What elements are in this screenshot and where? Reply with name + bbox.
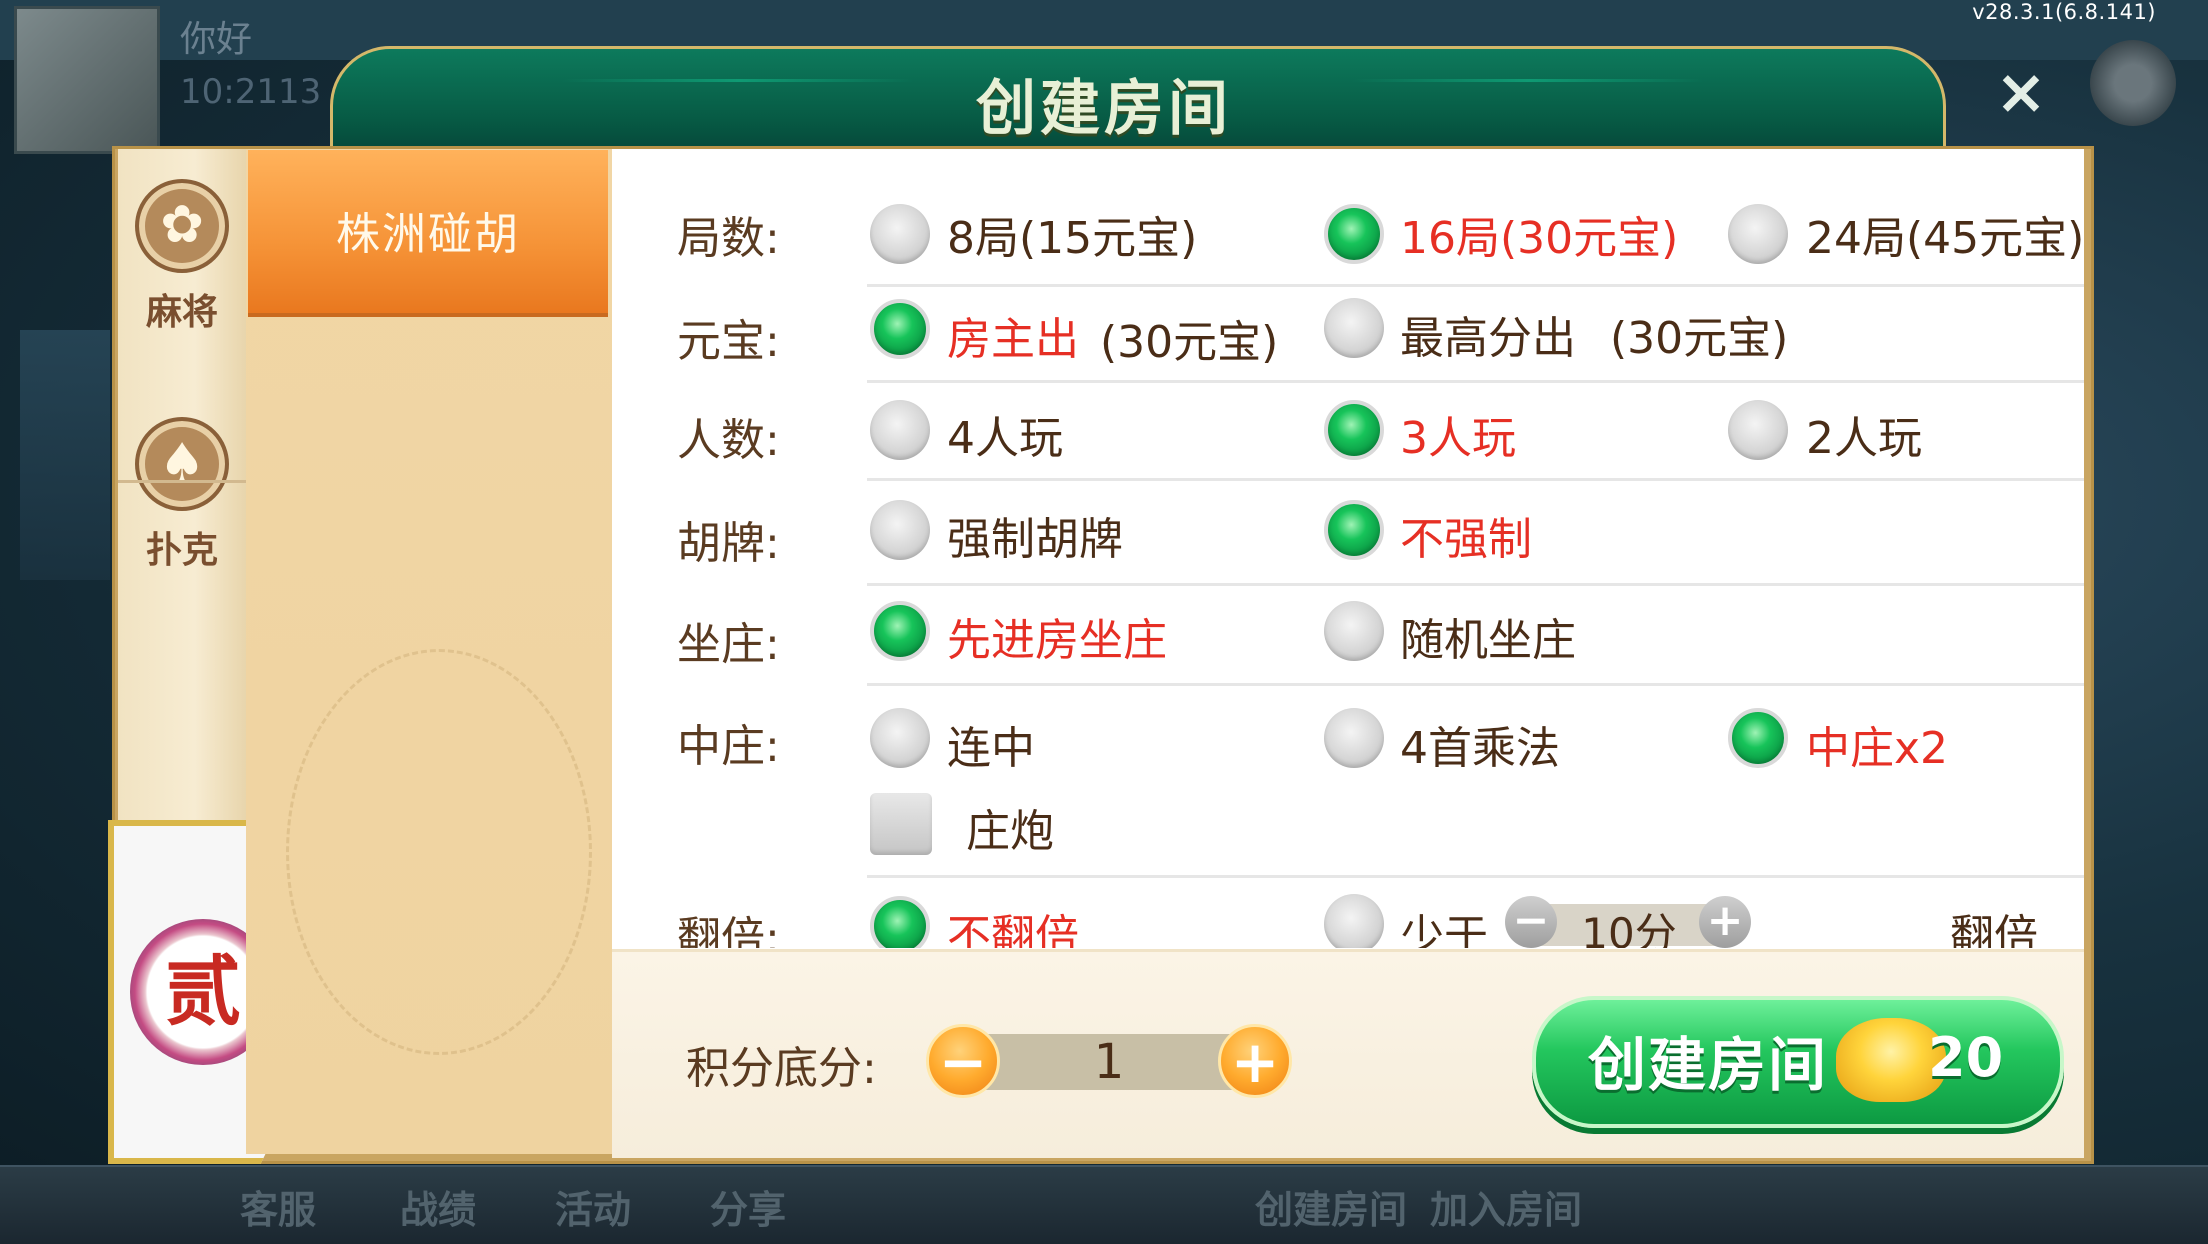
radio-hupai-forced[interactable]: [870, 500, 930, 560]
radio-players-4[interactable]: [870, 400, 930, 460]
radio-zhong-lian[interactable]: [870, 708, 930, 768]
base-score-stepper: 1 − +: [926, 1024, 1292, 1098]
double-suffix: 翻倍: [1950, 911, 2038, 948]
greeting-text: 你好: [180, 19, 253, 60]
payment-highest-cost: (30元宝): [1610, 313, 1789, 364]
row-label-players: 人数:: [677, 415, 780, 466]
double-threshold-stepper: 10分 − +: [1505, 896, 1751, 948]
row-label-hupai: 胡牌:: [677, 518, 780, 569]
option-players-3[interactable]: 3人玩: [1400, 402, 1516, 466]
option-double-none[interactable]: 不翻倍: [947, 900, 1079, 948]
radio-zhong-x2[interactable]: [1728, 708, 1788, 768]
row-label-double: 翻倍:: [677, 913, 780, 948]
row-divider: [867, 284, 2084, 287]
minus-icon[interactable]: −: [1505, 896, 1557, 948]
stepper-value: 10分: [1581, 909, 1677, 948]
option-players-4[interactable]: 4人玩: [947, 402, 1063, 466]
flower-decoration: [286, 649, 592, 1055]
radio-players-2[interactable]: [1728, 400, 1788, 460]
close-icon[interactable]: ×: [1995, 61, 2047, 123]
checkbox-label[interactable]: 庄炮: [966, 795, 1054, 859]
option-zhong-multiply[interactable]: 4首乘法: [1400, 712, 1560, 776]
option-hupai-forced[interactable]: 强制胡牌: [947, 503, 1123, 567]
row-label-dealer: 坐庄:: [677, 619, 780, 670]
radio-hupai-unforced[interactable]: [1324, 500, 1384, 560]
radio-rounds-24[interactable]: [1728, 204, 1788, 264]
radio-rounds-16[interactable]: [1324, 204, 1384, 264]
row-divider: [867, 380, 2084, 383]
option-rounds-24[interactable]: 24局(45元宝): [1806, 202, 2084, 266]
nav-activity: 活动: [555, 1188, 632, 1232]
nav-share: 分享: [710, 1188, 787, 1232]
option-dealer-random[interactable]: 随机坐庄: [1400, 604, 1576, 668]
bottom-nav: 客服 战绩 活动 分享 创建房间 加入房间: [0, 1165, 2208, 1244]
spade-icon: ♠: [135, 417, 229, 511]
radio-payment-highest[interactable]: [1324, 298, 1384, 358]
dialog-title: 创建房间: [976, 74, 1232, 144]
plus-icon[interactable]: +: [1699, 896, 1751, 948]
option-zhong-x2[interactable]: 中庄x2: [1806, 712, 1948, 776]
checkbox-zhuangpao[interactable]: [870, 793, 932, 855]
plus-icon[interactable]: +: [1218, 1024, 1292, 1098]
row-divider: [867, 683, 2084, 686]
row-divider: [867, 583, 2084, 586]
category-label: 扑克: [145, 530, 218, 571]
minus-icon[interactable]: −: [926, 1024, 1000, 1098]
radio-dealer-first[interactable]: [870, 601, 930, 661]
version-label: v28.3.1(6.8.141): [1972, 0, 2156, 24]
option-rounds-16[interactable]: 16局(30元宝): [1400, 202, 1678, 266]
category-mahjong[interactable]: ✿ 麻将: [118, 179, 246, 335]
category-label: 麻将: [145, 292, 218, 333]
create-room-button[interactable]: 创建房间 20: [1532, 996, 2064, 1128]
category-divider: [118, 480, 246, 483]
option-rounds-8[interactable]: 8局(15元宝): [947, 202, 1197, 266]
row-divider: [867, 478, 2084, 481]
mahjong-icon: ✿: [135, 179, 229, 273]
nav-join-room: 加入房间: [1430, 1188, 1583, 1232]
option-payment-highest[interactable]: 最高分出: [1400, 302, 1576, 366]
option-payment-owner[interactable]: 房主出: [947, 303, 1079, 367]
create-room-cost: 20: [1928, 1026, 2004, 1089]
game-item-label: 株洲碰胡: [336, 209, 520, 260]
row-label-zhongzhuang: 中庄:: [677, 721, 780, 772]
radio-zhong-multiply[interactable]: [1324, 708, 1384, 768]
radio-dealer-random[interactable]: [1324, 601, 1384, 661]
option-dealer-first[interactable]: 先进房坐庄: [947, 604, 1167, 668]
radio-double-lessthan[interactable]: [1324, 894, 1384, 948]
base-score-value: 1: [1093, 1034, 1125, 1090]
option-hupai-unforced[interactable]: 不强制: [1400, 503, 1532, 567]
background-decoration: [20, 330, 110, 580]
radio-players-3[interactable]: [1324, 400, 1384, 460]
double-row: 翻倍: 不翻倍 少于 10分 − + 翻倍: [612, 880, 2084, 948]
game-item-zhuzhou[interactable]: 株洲碰胡: [248, 150, 608, 317]
radio-payment-owner[interactable]: [870, 299, 930, 359]
option-zhong-lian[interactable]: 连中: [947, 712, 1035, 776]
radio-double-none[interactable]: [870, 896, 930, 948]
create-room-label: 创建房间: [1588, 1031, 1829, 1099]
row-label-payment: 元宝:: [677, 316, 780, 367]
row-divider: [867, 875, 2084, 878]
nav-service: 客服: [240, 1188, 317, 1232]
category-poker[interactable]: ♠ 扑克: [118, 417, 246, 573]
nav-records: 战绩: [400, 1188, 477, 1232]
radio-rounds-8[interactable]: [870, 204, 930, 264]
option-double-lessthan[interactable]: 少于: [1400, 900, 1488, 948]
row-label-rounds: 局数:: [677, 213, 780, 264]
nav-create-room: 创建房间: [1255, 1188, 1408, 1232]
base-score-label: 积分底分:: [686, 1043, 877, 1094]
option-players-2[interactable]: 2人玩: [1806, 402, 1922, 466]
payment-owner-cost: (30元宝): [1100, 317, 1279, 368]
